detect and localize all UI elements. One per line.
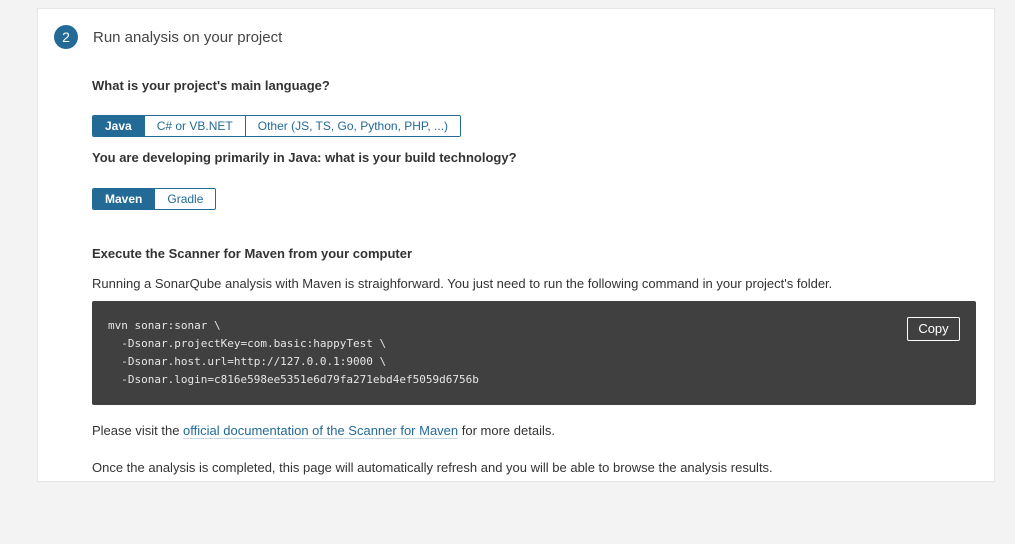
build-option-gradle[interactable]: Gradle: [154, 189, 216, 209]
documentation-prefix: Please visit the: [92, 423, 184, 438]
command-code: mvn sonar:sonar \ -Dsonar.projectKey=com…: [108, 317, 479, 389]
build-option-maven[interactable]: Maven: [93, 189, 155, 209]
documentation-suffix: for more details.: [458, 423, 555, 438]
execute-intro-text: Running a SonarQube analysis with Maven …: [92, 276, 833, 291]
code-line: -Dsonar.projectKey=com.basic:happyTest \: [108, 337, 387, 350]
step-title: Run analysis on your project: [93, 28, 283, 46]
build-toggle-group: Maven Gradle: [92, 188, 217, 210]
documentation-link[interactable]: official documentation of the Scanner fo…: [183, 423, 459, 439]
language-question: What is your project's main language?: [92, 78, 330, 93]
language-option-csharp-vbnet[interactable]: C# or VB.NET: [143, 116, 245, 136]
completion-note: Once the analysis is completed, this pag…: [92, 460, 773, 475]
analysis-step-card: 2 Run analysis on your project What is y…: [37, 8, 995, 482]
execute-section-title: Execute the Scanner for Maven from your …: [92, 246, 413, 261]
language-option-other[interactable]: Other (JS, TS, Go, Python, PHP, ...): [244, 116, 461, 136]
language-option-java[interactable]: Java: [93, 116, 144, 136]
code-line: -Dsonar.host.url=http://127.0.0.1:9000 \: [108, 355, 387, 368]
step-number-badge: 2: [54, 25, 78, 49]
copy-button[interactable]: Copy: [907, 317, 960, 341]
build-question: You are developing primarily in Java: wh…: [92, 150, 517, 165]
code-line: -Dsonar.login=c816e598ee5351e6d79fa271eb…: [108, 373, 479, 386]
step-header: 2 Run analysis on your project: [54, 25, 282, 49]
language-toggle-group: Java C# or VB.NET Other (JS, TS, Go, Pyt…: [92, 115, 462, 137]
command-code-block: mvn sonar:sonar \ -Dsonar.projectKey=com…: [92, 301, 976, 405]
code-line: mvn sonar:sonar \: [108, 319, 221, 332]
documentation-note: Please visit the official documentation …: [92, 422, 555, 440]
